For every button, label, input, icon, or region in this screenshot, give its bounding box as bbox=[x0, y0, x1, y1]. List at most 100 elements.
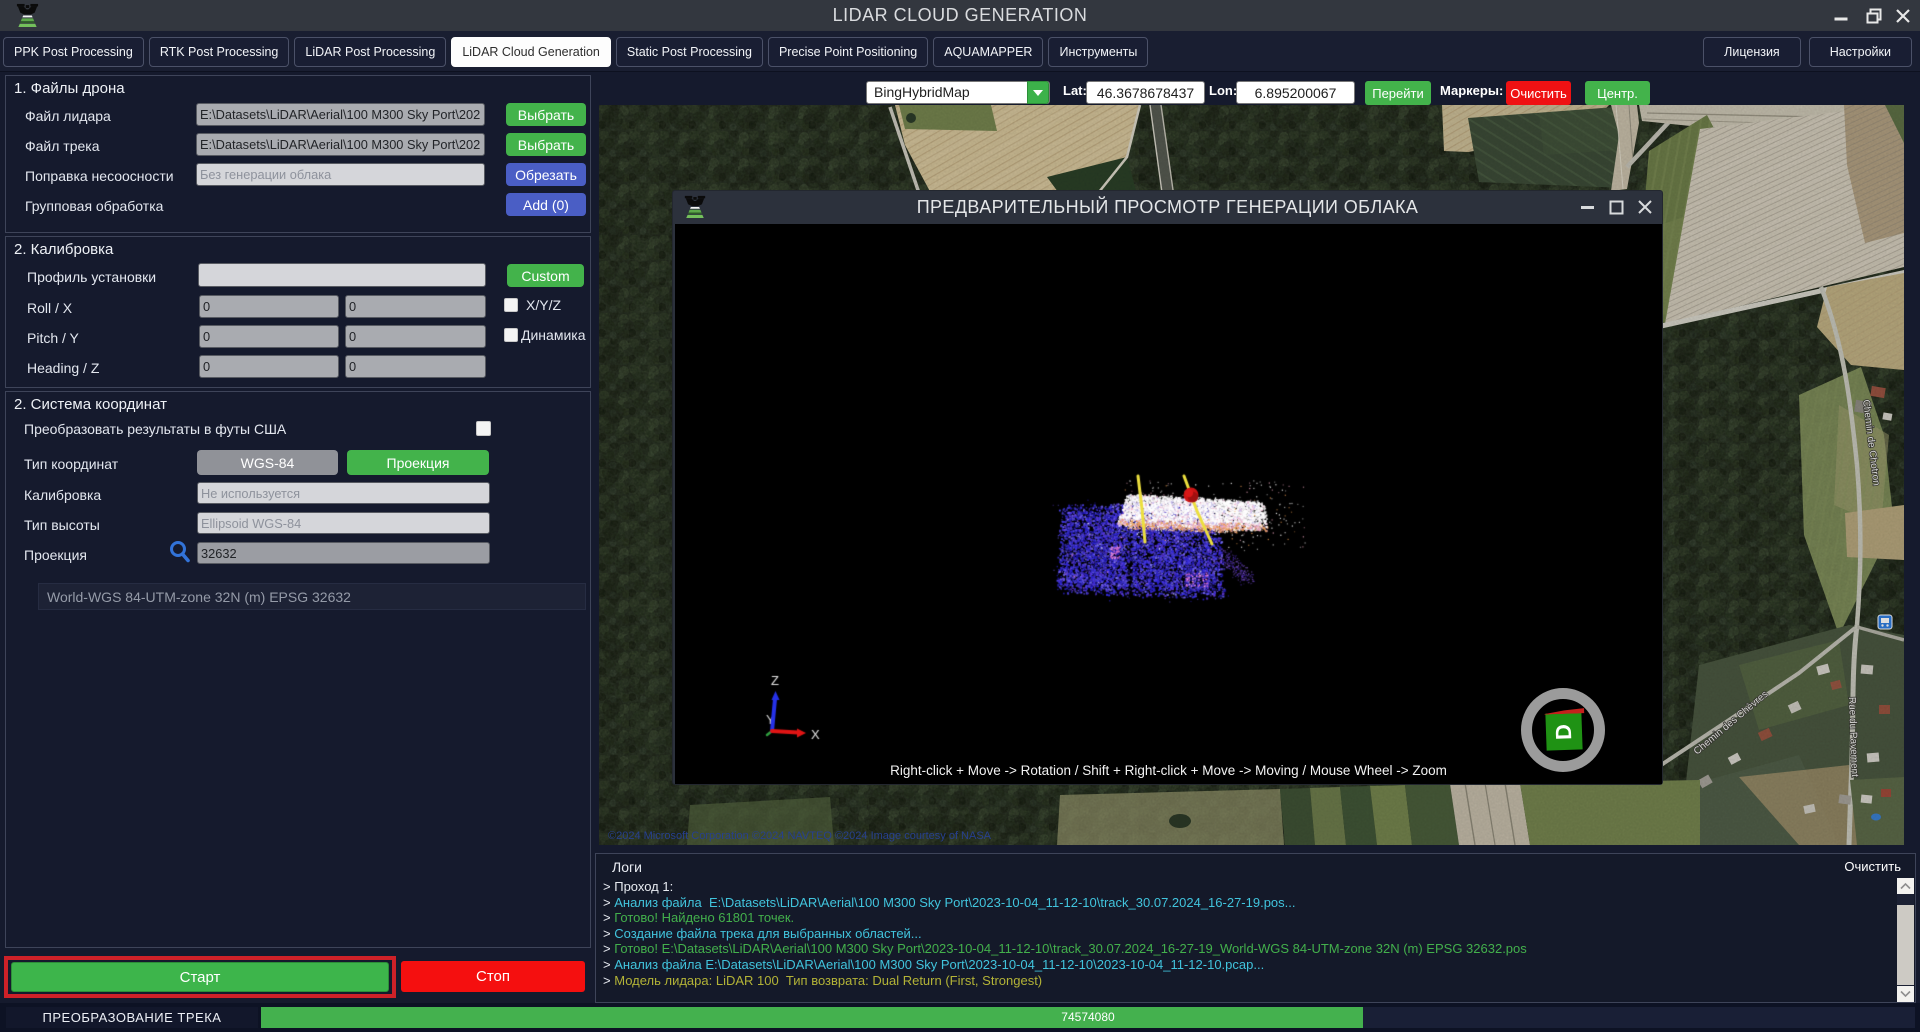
misalignment-label: Поправка несоосности bbox=[25, 168, 174, 184]
scrollbar-down-button[interactable] bbox=[1897, 986, 1914, 1002]
close-button[interactable] bbox=[1886, 0, 1920, 31]
progressbar-value: 74574080 bbox=[261, 1007, 1915, 1028]
stop-button[interactable]: Стоп bbox=[401, 961, 585, 992]
section-drone-files: 1. Файлы дрона Файл лидара Выбрать Файл … bbox=[5, 75, 591, 233]
dynamics-label: Динамика bbox=[521, 327, 585, 343]
scrollbar-thumb[interactable] bbox=[1897, 905, 1914, 985]
add-button[interactable]: Add (0) bbox=[506, 193, 586, 216]
start-button[interactable]: Старт bbox=[11, 962, 389, 992]
calibration-input[interactable] bbox=[197, 482, 490, 504]
lon-label: Lon: bbox=[1209, 83, 1237, 98]
map-controls: BingHybridMap Lat: Lon: Перейти Маркеры:… bbox=[600, 72, 1920, 105]
projection-toggle-button[interactable]: Проекция bbox=[347, 450, 489, 475]
search-icon[interactable] bbox=[168, 539, 192, 565]
xyz-label: X/Y/Z bbox=[526, 297, 561, 313]
install-profile-label: Профиль установки bbox=[27, 269, 156, 285]
tab-lidar-cloud-generation[interactable]: LiDAR Cloud Generation bbox=[451, 37, 611, 67]
log-line: > Готово! Найдено 61801 точек. bbox=[603, 910, 1889, 926]
lidar-file-input[interactable] bbox=[196, 103, 485, 126]
choose-track-file-button[interactable]: Выбрать bbox=[506, 133, 586, 156]
tab-instruments[interactable]: Инструменты bbox=[1048, 37, 1148, 67]
log-line: > Проход 1: bbox=[603, 879, 1889, 895]
window-title: LIDAR CLOUD GENERATION bbox=[0, 0, 1920, 31]
minimize-button[interactable] bbox=[1824, 0, 1858, 31]
projection-input[interactable] bbox=[197, 542, 490, 564]
pitch-label: Pitch / Y bbox=[27, 330, 79, 346]
go-button[interactable]: Перейти bbox=[1365, 81, 1431, 105]
pointcloud-canvas bbox=[675, 224, 1662, 784]
preview-minimize-button[interactable] bbox=[1574, 191, 1600, 224]
log-line: > Анализ файла E:\Datasets\LiDAR\Aerial\… bbox=[603, 895, 1889, 911]
log-line: > Создание файла трека для выбранных обл… bbox=[603, 926, 1889, 942]
map-provider-dropdown-icon[interactable] bbox=[1027, 81, 1049, 104]
feet-label: Преобразовать результаты в футы США bbox=[24, 421, 286, 437]
logs-scrollbar[interactable] bbox=[1897, 878, 1914, 1002]
group-processing-label: Групповая обработка bbox=[25, 198, 163, 214]
section-calibration-title: 2. Калибровка bbox=[14, 241, 113, 258]
map-provider-value: BingHybridMap bbox=[874, 84, 970, 100]
logs-clear-button[interactable]: Очистить bbox=[1844, 859, 1901, 874]
height-type-input[interactable] bbox=[197, 512, 490, 534]
tab-rtk-post-processing[interactable]: RTK Post Processing bbox=[149, 37, 290, 67]
section-calibration: 2. Калибровка Профиль установки Custom R… bbox=[5, 236, 591, 388]
map-attribution: ©2024 Microsoft Corporation ©2024 NAVTEQ… bbox=[608, 830, 991, 842]
application-window: LIDAR CLOUD GENERATION PPK Post Processi… bbox=[0, 0, 1920, 1032]
start-button-highlight: Старт bbox=[4, 956, 396, 998]
pitch-y-input-1[interactable] bbox=[199, 325, 339, 348]
roll-x-input-2[interactable] bbox=[345, 295, 486, 318]
markers-label: Маркеры: bbox=[1440, 83, 1503, 98]
map-provider-select[interactable]: BingHybridMap bbox=[866, 81, 1050, 104]
section-coordinate-system: 2. Система координат Преобразовать резул… bbox=[5, 391, 591, 948]
license-button[interactable]: Лицензия bbox=[1703, 37, 1801, 67]
section-coordinate-system-title: 2. Система координат bbox=[14, 396, 167, 413]
roll-x-input-1[interactable] bbox=[199, 295, 339, 318]
pitch-y-input-2[interactable] bbox=[345, 325, 486, 348]
tab-aquamapper[interactable]: AQUAMAPPER bbox=[933, 37, 1043, 67]
calibration-label: Калибровка bbox=[24, 487, 101, 503]
viewport-help-text: Right-click + Move -> Rotation / Shift +… bbox=[675, 763, 1662, 778]
log-line: > Модель лидара: LiDAR 100 Тип возврата:… bbox=[603, 973, 1889, 989]
orientation-gizmo-cube[interactable]: D bbox=[1545, 712, 1582, 750]
scrollbar-up-button[interactable] bbox=[1897, 878, 1914, 894]
tab-lidar-post-processing[interactable]: LiDAR Post Processing bbox=[294, 37, 446, 67]
status-label: ПРЕОБРАЗОВАНИЕ ТРЕКА bbox=[6, 1007, 258, 1028]
section-drone-files-title: 1. Файлы дрона bbox=[14, 80, 125, 97]
track-file-label: Файл трека bbox=[25, 138, 100, 154]
center-map-button[interactable]: Центр. bbox=[1585, 81, 1650, 105]
height-type-label: Тип высоты bbox=[24, 517, 100, 533]
preview-close-button[interactable] bbox=[1632, 191, 1658, 224]
tab-ppk-post-processing[interactable]: PPK Post Processing bbox=[3, 37, 144, 67]
log-lines: > Проход 1: > Анализ файла E:\Datasets\L… bbox=[603, 879, 1889, 997]
heading-z-input-1[interactable] bbox=[199, 355, 339, 378]
misalignment-input[interactable] bbox=[196, 163, 485, 186]
custom-button[interactable]: Custom bbox=[507, 264, 584, 287]
clear-markers-button[interactable]: Очистить bbox=[1506, 81, 1571, 105]
lat-label: Lat: bbox=[1063, 83, 1087, 98]
install-profile-input[interactable] bbox=[198, 263, 486, 287]
lat-input[interactable] bbox=[1086, 81, 1205, 104]
settings-button[interactable]: Настройки bbox=[1809, 37, 1912, 67]
lidar-file-label: Файл лидара bbox=[25, 108, 111, 124]
feet-checkbox[interactable] bbox=[476, 421, 491, 436]
logs-panel: Логи Очистить > Проход 1: > Анализ файла… bbox=[595, 853, 1916, 1003]
crop-button[interactable]: Обрезать bbox=[506, 163, 586, 186]
projection-label: Проекция bbox=[24, 547, 87, 563]
tab-precise-point-positioning[interactable]: Precise Point Positioning bbox=[768, 37, 928, 67]
projection-result-item[interactable]: World-WGS 84-UTM-zone 32N (m) EPSG 32632 bbox=[38, 583, 586, 610]
dynamics-checkbox[interactable] bbox=[504, 328, 518, 342]
gizmo-cube-letter: D bbox=[1551, 723, 1578, 740]
preview-dialog-titlebar[interactable]: ПРЕДВАРИТЕЛЬНЫЙ ПРОСМОТР ГЕНЕРАЦИИ ОБЛАК… bbox=[673, 191, 1662, 224]
pointcloud-viewport[interactable]: Right-click + Move -> Rotation / Shift +… bbox=[675, 224, 1662, 784]
wgs84-button[interactable]: WGS-84 bbox=[197, 450, 338, 475]
track-file-input[interactable] bbox=[196, 133, 485, 156]
tab-static-post-processing[interactable]: Static Post Processing bbox=[616, 37, 763, 67]
preview-dialog: ПРЕДВАРИТЕЛЬНЫЙ ПРОСМОТР ГЕНЕРАЦИИ ОБЛАК… bbox=[672, 190, 1663, 785]
xyz-checkbox[interactable] bbox=[504, 298, 518, 312]
titlebar: LIDAR CLOUD GENERATION bbox=[0, 0, 1920, 31]
lon-input[interactable] bbox=[1236, 81, 1355, 104]
tabbar: PPK Post Processing RTK Post Processing … bbox=[0, 31, 1920, 72]
preview-maximize-button[interactable] bbox=[1603, 191, 1629, 224]
progressbar: 74574080 bbox=[261, 1007, 1915, 1028]
choose-lidar-file-button[interactable]: Выбрать bbox=[506, 103, 586, 126]
heading-z-input-2[interactable] bbox=[345, 355, 486, 378]
